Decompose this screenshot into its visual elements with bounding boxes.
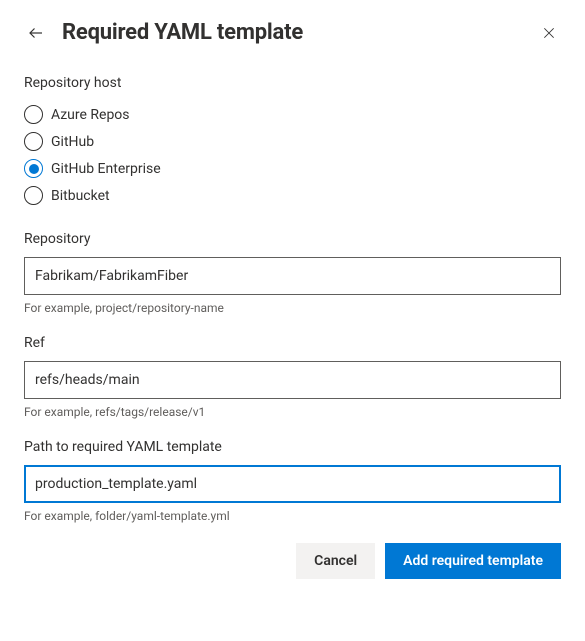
- ref-field: Ref For example, refs/tags/release/v1: [24, 335, 561, 419]
- dialog-panel: Required YAML template Repository host A…: [0, 0, 585, 603]
- repository-host-label: Repository host: [24, 75, 561, 91]
- ref-input[interactable]: [24, 361, 561, 399]
- radio-github[interactable]: GitHub: [24, 128, 561, 155]
- close-button[interactable]: [537, 21, 561, 45]
- dialog-footer: Cancel Add required template: [24, 543, 561, 579]
- radio-label: GitHub Enterprise: [51, 161, 161, 177]
- path-label: Path to required YAML template: [24, 439, 561, 455]
- ref-label: Ref: [24, 335, 561, 351]
- repository-host-group: Azure Repos GitHub GitHub Enterprise Bit…: [24, 101, 561, 209]
- back-button[interactable]: [24, 21, 48, 45]
- dialog-header: Required YAML template: [24, 20, 561, 45]
- radio-label: GitHub: [51, 134, 94, 150]
- repository-label: Repository: [24, 231, 561, 247]
- radio-icon: [24, 132, 43, 151]
- radio-bitbucket[interactable]: Bitbucket: [24, 182, 561, 209]
- ref-helper: For example, refs/tags/release/v1: [24, 405, 561, 419]
- path-input[interactable]: [24, 465, 561, 503]
- radio-github-enterprise[interactable]: GitHub Enterprise: [24, 155, 561, 182]
- repository-field: Repository For example, project/reposito…: [24, 231, 561, 315]
- repository-input[interactable]: [24, 257, 561, 295]
- path-helper: For example, folder/yaml-template.yml: [24, 509, 561, 523]
- close-icon: [542, 26, 556, 40]
- submit-button[interactable]: Add required template: [385, 543, 561, 579]
- radio-azure-repos[interactable]: Azure Repos: [24, 101, 561, 128]
- radio-icon: [24, 159, 43, 178]
- radio-icon: [24, 105, 43, 124]
- repository-helper: For example, project/repository-name: [24, 301, 561, 315]
- path-field: Path to required YAML template For examp…: [24, 439, 561, 523]
- radio-icon: [24, 186, 43, 205]
- arrow-left-icon: [27, 24, 45, 42]
- cancel-button[interactable]: Cancel: [296, 543, 375, 579]
- radio-label: Bitbucket: [51, 188, 110, 204]
- dialog-title: Required YAML template: [62, 20, 523, 45]
- radio-label: Azure Repos: [51, 107, 130, 123]
